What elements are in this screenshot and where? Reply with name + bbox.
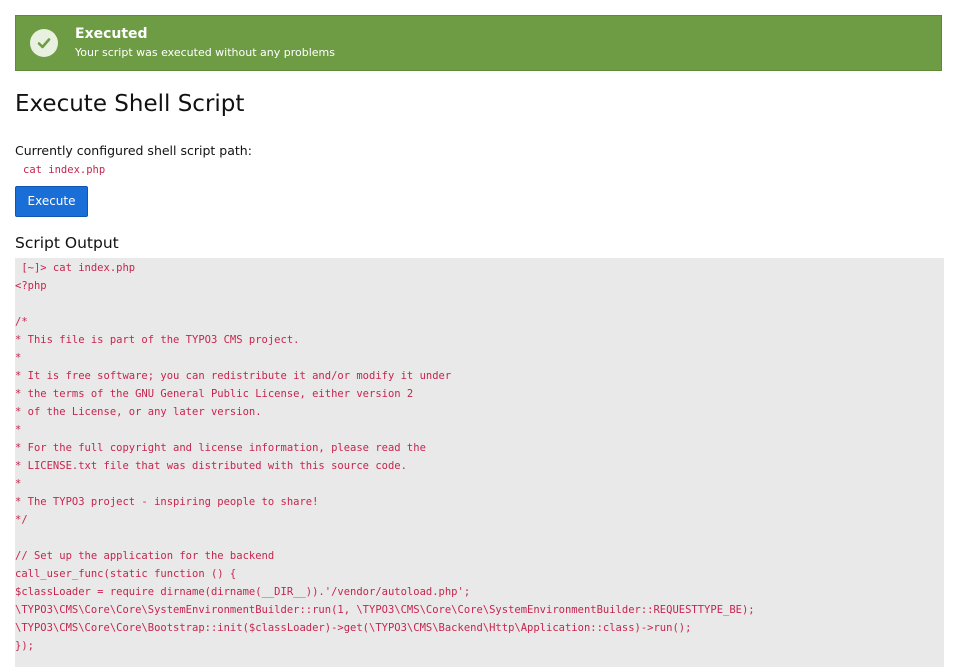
checkmark-icon [30,29,58,57]
output-line: * LICENSE.txt file that was distributed … [15,460,407,472]
output-line: * [15,424,22,436]
output-line: /* [15,316,28,328]
output-line: * [15,352,22,364]
output-line: [~]> cat index.php [15,262,136,274]
script-path-value: cat index.php [23,164,106,176]
success-alert: Executed Your script was executed withou… [15,15,942,71]
alert-title: Executed [75,26,148,42]
output-line: \TYPO3\CMS\Core\Core\SystemEnvironmentBu… [15,604,755,616]
output-line: <?php [15,280,47,292]
output-line: * The TYPO3 project - inspiring people t… [15,496,319,508]
output-title: Script Output [15,234,119,252]
output-line: call_user_func(static function () { [15,568,237,580]
output-line: }); [15,640,34,652]
page-title: Execute Shell Script [15,91,245,117]
output-line: */ [15,514,28,526]
output-line: * This file is part of the TYPO3 CMS pro… [15,334,300,346]
script-output: [~]> cat index.php <?php /* * This file … [15,258,944,667]
execute-button[interactable]: Execute [15,186,88,217]
output-line: * [15,478,22,490]
output-line: // Set up the application for the backen… [15,550,275,562]
output-line: * It is free software; you can redistrib… [15,370,452,382]
output-line: * For the full copyright and license inf… [15,442,426,454]
alert-message: Your script was executed without any pro… [75,46,335,59]
output-line: * the terms of the GNU General Public Li… [15,388,414,400]
script-path-label: Currently configured shell script path: [15,143,252,158]
output-line: \TYPO3\CMS\Core\Core\Bootstrap::init($cl… [15,622,692,634]
output-line: $classLoader = require dirname(dirname(_… [15,586,471,598]
output-line: * of the License, or any later version. [15,406,262,418]
